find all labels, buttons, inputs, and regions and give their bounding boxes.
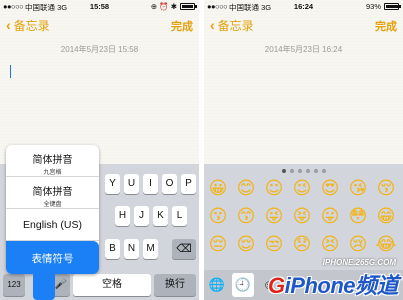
- key-j[interactable]: J: [134, 206, 149, 226]
- watermark-site: IPHONE.265G.COM: [322, 258, 396, 267]
- page-dot: [305, 169, 310, 173]
- delete-icon: ⌫: [176, 243, 192, 255]
- option-sublabel: 九宫格: [43, 170, 62, 176]
- chevron-left-icon: ‹: [210, 17, 215, 33]
- back-button[interactable]: ‹ 备忘录: [6, 17, 50, 34]
- key-o[interactable]: O: [162, 174, 177, 194]
- numbers-key[interactable]: 123: [3, 274, 25, 296]
- key-p[interactable]: P: [181, 174, 196, 194]
- emoji-key[interactable]: 😂: [375, 234, 397, 256]
- menu-option-pinyin-9key[interactable]: 简体拼音 九宫格: [6, 145, 99, 177]
- right-screen: ●●○○○ 中国联通 3G 16:24 93% ‹ 备忘录 完成 2014年5月2…: [204, 0, 403, 300]
- status-icons: ⊕ ⏰ ✱: [150, 2, 177, 11]
- emoji-key[interactable]: 😉: [291, 178, 313, 200]
- recent-emoji-tab[interactable]: 🕘: [232, 273, 254, 297]
- battery-icon: [180, 3, 197, 10]
- note-date: 2014年5月23日 16:24: [264, 45, 343, 54]
- emoji-key[interactable]: 😛: [319, 206, 341, 228]
- return-key[interactable]: 换行: [154, 274, 196, 296]
- emoji-key[interactable]: 😗: [207, 206, 229, 228]
- option-label: 简体拼音: [32, 187, 73, 198]
- emoji-key[interactable]: 😝: [291, 206, 313, 228]
- emoji-key[interactable]: ☺: [263, 178, 285, 200]
- delete-key[interactable]: ⌫: [172, 239, 196, 259]
- menu-option-pinyin-full[interactable]: 简体拼音 全键盘: [6, 177, 99, 209]
- key-h[interactable]: H: [115, 206, 130, 226]
- menu-option-english[interactable]: English (US): [6, 209, 99, 241]
- done-button[interactable]: 完成: [171, 18, 193, 34]
- emoji-key[interactable]: 😚: [375, 178, 397, 200]
- status-bar: ●●○○○ 中国联通 3G 16:24 93%: [204, 0, 403, 13]
- key-u[interactable]: U: [124, 174, 139, 194]
- back-label: 备忘录: [217, 19, 254, 33]
- emoji-key[interactable]: 😞: [291, 234, 313, 256]
- microphone-icon: 🎤: [54, 279, 68, 290]
- emoji-key[interactable]: 😜: [263, 206, 285, 228]
- page-dot: [281, 169, 286, 173]
- emoji-key[interactable]: 😊: [235, 178, 257, 200]
- key-y[interactable]: Y: [105, 174, 120, 194]
- emoji-key[interactable]: 😙: [235, 206, 257, 228]
- battery-icon: [384, 3, 401, 10]
- option-sublabel: 全键盘: [43, 202, 62, 208]
- page-dot: [321, 169, 326, 173]
- emoji-key[interactable]: 😣: [319, 234, 341, 256]
- menu-pointer: [33, 273, 55, 300]
- back-button[interactable]: ‹ 备忘录: [210, 17, 254, 34]
- key-b[interactable]: B: [105, 239, 120, 259]
- battery-percent: 93%: [365, 2, 381, 11]
- input-mode-menu: 简体拼音 九宫格 简体拼音 全键盘 English (US) 表情符号: [6, 145, 99, 300]
- left-screen: ●●○○○ 中国联通 3G 15:58 ⊕ ⏰ ✱ ‹ 备忘录 完成 2014年5…: [0, 0, 199, 300]
- watermark: IPHONE.265G.COM GiPhone频道: [262, 258, 402, 298]
- emoji-key[interactable]: 😢: [347, 234, 369, 256]
- emoji-key[interactable]: 😔: [207, 234, 229, 256]
- status-bar: ●●○○○ 中国联通 3G 15:58 ⊕ ⏰ ✱: [0, 0, 199, 13]
- emoji-key[interactable]: 😍: [319, 178, 341, 200]
- option-label: English (US): [23, 219, 82, 231]
- emoji-key[interactable]: 😁: [375, 206, 397, 228]
- key-k[interactable]: K: [153, 206, 168, 226]
- space-key[interactable]: 空格: [73, 274, 151, 296]
- option-label: 简体拼音: [32, 155, 73, 166]
- key-n[interactable]: N: [124, 239, 139, 259]
- chevron-left-icon: ‹: [6, 17, 11, 33]
- page-dot: [297, 169, 302, 173]
- key-i[interactable]: I: [143, 174, 158, 194]
- emoji-key[interactable]: 😒: [263, 234, 285, 256]
- option-label: 表情符号: [31, 253, 74, 265]
- back-label: 备忘录: [13, 19, 50, 33]
- note-date: 2014年5月23日 15:58: [60, 45, 139, 54]
- text-cursor: [10, 65, 11, 78]
- page-dot: [313, 169, 318, 173]
- emoji-key[interactable]: 😌: [235, 234, 257, 256]
- key-l[interactable]: L: [172, 206, 187, 226]
- watermark-logo: GiPhone频道: [268, 273, 398, 298]
- page-dot: [289, 169, 294, 173]
- emoji-key[interactable]: 😘: [347, 178, 369, 200]
- page-indicator: [204, 169, 403, 173]
- key-m[interactable]: M: [143, 239, 158, 259]
- emoji-key[interactable]: 😀: [207, 178, 229, 200]
- menu-option-emoji[interactable]: 表情符号: [6, 241, 99, 274]
- globe-key[interactable]: 🌐: [206, 273, 228, 297]
- done-button[interactable]: 完成: [375, 18, 397, 34]
- emoji-key[interactable]: 😳: [347, 206, 369, 228]
